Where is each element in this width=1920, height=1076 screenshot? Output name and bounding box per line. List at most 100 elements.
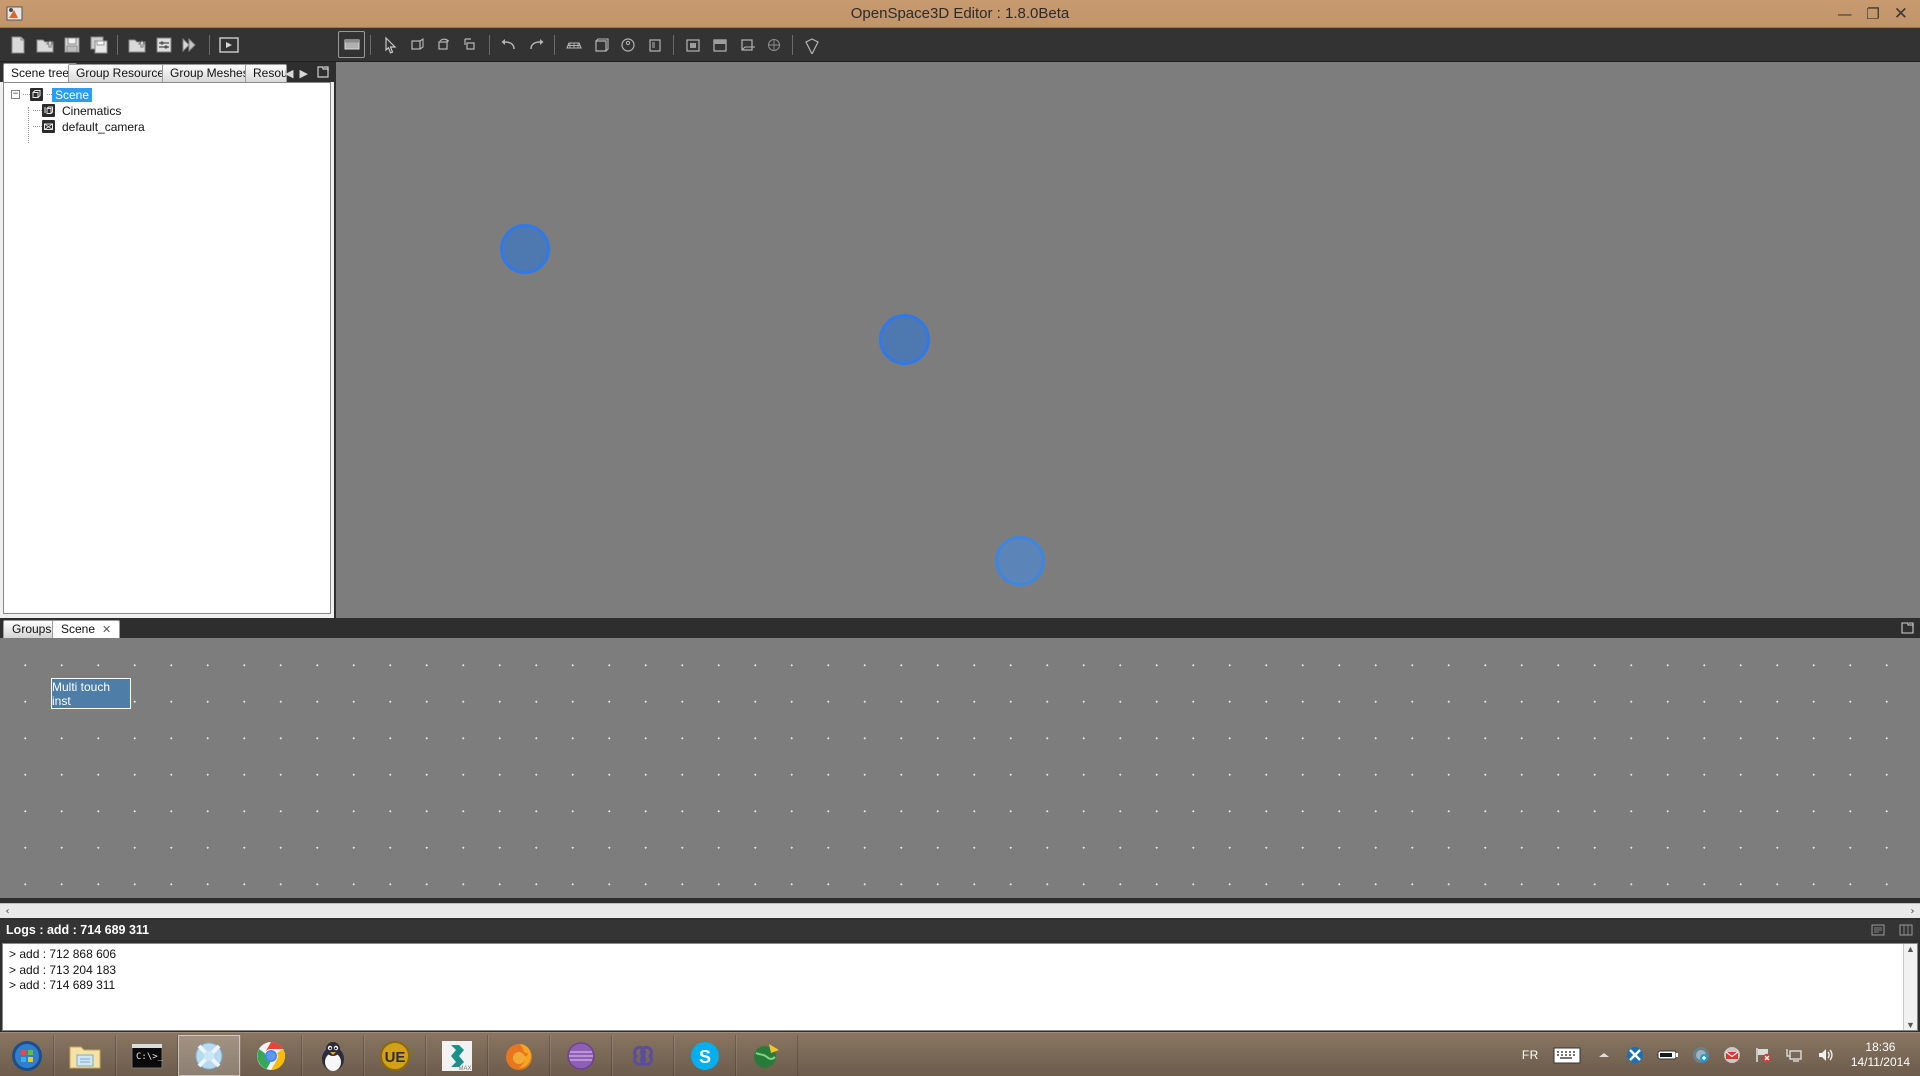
graph-tab-scene[interactable]: Scene ✕ xyxy=(52,620,121,638)
pin-panel-icon[interactable] xyxy=(315,64,331,80)
light-button[interactable] xyxy=(706,31,733,58)
new-file-button[interactable] xyxy=(4,31,31,58)
scene-node-icon xyxy=(30,88,43,101)
wireframe-button[interactable] xyxy=(760,31,787,58)
logs-vertical-scrollbar[interactable]: ▲ ▼ xyxy=(1903,944,1917,1030)
taskbar-chrome[interactable] xyxy=(240,1035,302,1076)
sphere-primitive-button[interactable] xyxy=(614,31,641,58)
taskbar-3dsmax[interactable]: MAX xyxy=(426,1035,488,1076)
taskbar-clock[interactable]: 18:36 14/11/2014 xyxy=(1851,1040,1910,1070)
viewport-sphere-3[interactable] xyxy=(995,536,1045,586)
logs-output[interactable]: > add : 712 868 606 > add : 713 204 183 … xyxy=(2,943,1918,1031)
settings-button[interactable] xyxy=(150,31,177,58)
taskbar-firefox[interactable] xyxy=(488,1035,550,1076)
taskbar-globe-app[interactable] xyxy=(736,1035,798,1076)
taskbar-purple-app[interactable] xyxy=(550,1035,612,1076)
taskbar-command-prompt[interactable]: C:\>_ xyxy=(116,1035,178,1076)
network-globe-icon[interactable] xyxy=(1692,1046,1710,1064)
select-tool-button[interactable] xyxy=(376,31,403,58)
tray-language-indicator[interactable]: FR xyxy=(1522,1048,1539,1062)
taskbar-file-explorer[interactable] xyxy=(54,1035,116,1076)
maximize-button[interactable]: ❐ xyxy=(1866,6,1879,22)
tree-item-default-camera[interactable]: default_camera xyxy=(33,119,330,134)
taskbar-ultraedit[interactable]: UE xyxy=(364,1035,426,1076)
scroll-left-arrow-icon[interactable]: ‹ xyxy=(0,905,15,918)
3d-viewport[interactable] xyxy=(336,62,1920,618)
battery-icon[interactable] xyxy=(1657,1046,1679,1064)
scroll-up-arrow-icon[interactable]: ▲ xyxy=(1906,944,1915,954)
toolbar-separator xyxy=(554,34,555,55)
scroll-down-arrow-icon[interactable]: ▼ xyxy=(1906,1020,1915,1030)
tree-item-scene[interactable]: − Scene xyxy=(11,87,330,102)
rotate-tool-button[interactable] xyxy=(430,31,457,58)
cinematics-node-icon xyxy=(42,104,55,117)
logs-header: Logs : add : 714 689 311 xyxy=(0,920,1920,940)
svg-text:MAX: MAX xyxy=(458,1066,471,1072)
tree-item-label: default_camera xyxy=(62,119,145,134)
redo-button[interactable] xyxy=(522,31,549,58)
close-icon[interactable]: ✕ xyxy=(102,621,111,638)
move-tool-button[interactable] xyxy=(403,31,430,58)
viewport-sphere-2[interactable] xyxy=(879,314,930,365)
start-button[interactable] xyxy=(0,1035,54,1076)
export-button[interactable] xyxy=(177,31,204,58)
system-tray: FR 18:36 14/11/2014 xyxy=(1522,1033,1920,1076)
grid-button[interactable] xyxy=(560,31,587,58)
viewport-sphere-1[interactable] xyxy=(500,224,550,274)
mail-icon[interactable] xyxy=(1723,1046,1741,1064)
tab-prev-arrow-icon[interactable]: ◀ xyxy=(285,67,293,80)
scroll-right-arrow-icon[interactable]: › xyxy=(1905,905,1920,918)
tree-connector xyxy=(28,107,29,143)
action-center-flag-icon[interactable] xyxy=(1754,1046,1772,1064)
tab-nav-arrows: ◀ ▶ xyxy=(285,64,308,82)
logs-settings-icon[interactable] xyxy=(1898,922,1914,944)
taskbar-linux-penguin[interactable] xyxy=(302,1035,364,1076)
tree-item-label: Scene xyxy=(52,87,93,102)
x-server-icon[interactable] xyxy=(1626,1046,1644,1064)
graph-node-multi-touch-inst[interactable]: Multi touch inst xyxy=(51,678,131,709)
close-button[interactable]: ✕ xyxy=(1894,5,1908,23)
log-line: > add : 713 204 183 xyxy=(9,962,117,977)
taskbar-skype[interactable]: S xyxy=(674,1035,736,1076)
camera-view-button[interactable] xyxy=(679,31,706,58)
play-button[interactable] xyxy=(215,31,242,58)
undo-button[interactable] xyxy=(495,31,522,58)
taskbar-infinity-app[interactable] xyxy=(612,1035,674,1076)
viewport-display-button[interactable] xyxy=(338,31,365,58)
plane-primitive-button[interactable] xyxy=(641,31,668,58)
logs-clear-icon[interactable] xyxy=(1870,922,1886,944)
log-line: > add : 712 868 606 xyxy=(9,947,117,961)
taskbar-openspace3d[interactable] xyxy=(178,1035,240,1076)
taskbar: C:\>_ UE MAX S FR 18:36 14/11/2014 xyxy=(0,1032,1920,1076)
window-title: OpenSpace3D Editor : 1.8.0Beta xyxy=(850,5,1070,22)
graph-canvas[interactable]: Multi touch inst xyxy=(0,638,1920,898)
clock-date: 14/11/2014 xyxy=(1850,1055,1910,1069)
save-as-button[interactable] xyxy=(85,31,112,58)
tab-next-arrow-icon[interactable]: ▶ xyxy=(299,67,307,80)
maximize-panel-icon[interactable] xyxy=(1900,621,1915,635)
on-screen-keyboard-icon[interactable] xyxy=(1552,1046,1582,1064)
new-group-button[interactable] xyxy=(123,31,150,58)
tab-resources[interactable]: Resou xyxy=(245,64,287,82)
shadow-button[interactable] xyxy=(733,31,760,58)
network-connection-icon[interactable] xyxy=(1785,1046,1803,1064)
show-hidden-icons-icon[interactable] xyxy=(1595,1046,1613,1064)
tree-expand-toggle[interactable]: − xyxy=(11,90,20,99)
box-primitive-button[interactable] xyxy=(587,31,614,58)
open-file-button[interactable] xyxy=(31,31,58,58)
tag-button[interactable] xyxy=(798,31,825,58)
logs-header-title: Logs : add : 714 689 311 xyxy=(6,923,150,937)
tree-item-cinematics[interactable]: Cinematics xyxy=(33,103,330,118)
save-button[interactable] xyxy=(58,31,85,58)
svg-text:C:\>_: C:\>_ xyxy=(136,1052,164,1062)
minimize-button[interactable]: — xyxy=(1837,6,1852,22)
tab-scene-tree[interactable]: Scene tree xyxy=(3,63,78,82)
graph-horizontal-scrollbar[interactable]: ‹ › xyxy=(0,903,1920,918)
tree-item-label: Cinematics xyxy=(62,103,122,118)
scene-tree[interactable]: − Scene Cinematics default_camera xyxy=(3,82,331,614)
scale-tool-button[interactable] xyxy=(457,31,484,58)
tab-group-meshes[interactable]: Group Meshes xyxy=(162,64,257,82)
volume-icon[interactable] xyxy=(1816,1046,1834,1064)
view-toolbar-group xyxy=(338,31,825,58)
left-panel-tabbar: Scene tree Group Resources Group Meshes … xyxy=(0,62,334,82)
